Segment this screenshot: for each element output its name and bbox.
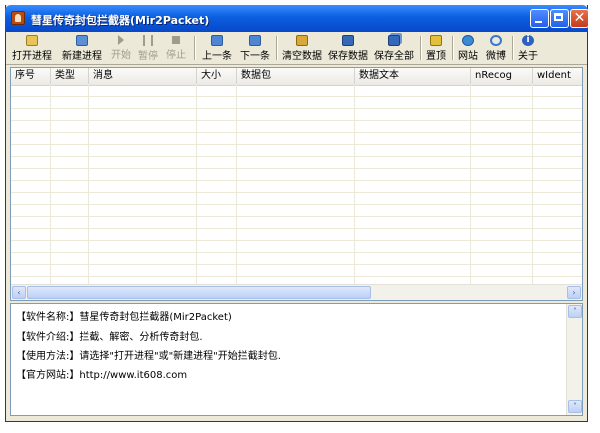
website-link[interactable]: http://www.it608.com [79, 370, 187, 381]
column-divider [50, 85, 51, 285]
clear-data-label: 清空数据 [282, 51, 322, 62]
title-bar[interactable]: 彗星传奇封包拦截器(Mir2Packet) ✕ [5, 5, 589, 32]
scroll-left-button[interactable]: ‹ [12, 286, 26, 299]
pause-button[interactable]: 暂停 [136, 34, 160, 62]
stop-icon [172, 36, 180, 44]
scroll-down-button[interactable]: ˅ [568, 400, 582, 413]
toolbar-separator [276, 36, 278, 60]
info-line-website: 【官方网站:】http://www.it608.com [16, 366, 187, 381]
save-data-button[interactable]: 保存数据 [326, 34, 370, 62]
pin-top-button[interactable]: 置顶 [424, 34, 448, 62]
weibo-button[interactable]: 微博 [484, 34, 508, 62]
toolbar-separator [194, 36, 196, 60]
close-button[interactable]: ✕ [570, 9, 589, 28]
maximize-button[interactable] [550, 9, 569, 28]
column-header-size[interactable]: 大小 [197, 68, 237, 84]
column-header-index[interactable]: 序号 [11, 68, 51, 84]
info-line-description: 【软件介绍:】拦截、解密、分析传奇封包. [16, 328, 203, 343]
vertical-scrollbar[interactable]: ˄ ˅ [566, 304, 582, 415]
column-header-message[interactable]: 消息 [89, 68, 197, 84]
arrow-up-icon [211, 35, 223, 46]
column-divider [196, 85, 197, 285]
play-icon [118, 35, 124, 45]
column-divider [532, 85, 533, 285]
globe-icon [462, 35, 474, 46]
column-divider [470, 85, 471, 285]
start-label: 开始 [111, 50, 131, 61]
pin-top-label: 置顶 [426, 51, 446, 62]
column-divider [236, 85, 237, 285]
about-label: 关于 [518, 51, 538, 62]
new-process-label: 新建进程 [62, 51, 102, 62]
info-panel[interactable]: 【软件名称:】彗星传奇封包拦截器(Mir2Packet) 【软件介绍:】拦截、解… [10, 303, 583, 416]
column-header-data-text[interactable]: 数据文本 [355, 68, 471, 84]
minimize-button[interactable] [530, 9, 549, 28]
info-value: 彗星传奇封包拦截器(Mir2Packet) [79, 312, 232, 323]
window-title: 彗星传奇封包拦截器(Mir2Packet) [31, 14, 210, 27]
new-process-icon [76, 35, 88, 46]
packet-list-body[interactable] [11, 85, 582, 285]
info-label: 【软件名称:】 [16, 312, 80, 323]
info-value: 请选择"打开进程"或"新建进程"开始拦截封包. [79, 351, 281, 362]
packet-list[interactable]: 序号 类型 消息 大小 数据包 数据文本 nRecog wIdent ‹ › [10, 67, 583, 301]
close-icon: ✕ [573, 10, 586, 26]
toolbar: 打开进程 新建进程 开始 暂停 停止 上一条 下一条 清空数据 保存数据 保存全… [6, 32, 587, 65]
packet-list-header: 序号 类型 消息 大小 数据包 数据文本 nRecog wIdent [11, 68, 582, 86]
column-header-wident[interactable]: wIdent [533, 68, 582, 84]
info-label: 【官方网站:】 [16, 370, 80, 381]
minimize-icon [535, 21, 542, 23]
pause-label: 暂停 [138, 51, 158, 62]
clear-data-button[interactable]: 清空数据 [280, 34, 324, 62]
info-value: 拦截、解密、分析传奇封包. [79, 332, 203, 343]
next-button[interactable]: 下一条 [238, 34, 272, 62]
stop-label: 停止 [166, 50, 186, 61]
horizontal-scroll-thumb[interactable] [27, 286, 371, 299]
previous-label: 上一条 [202, 51, 232, 62]
info-label: 【使用方法:】 [16, 351, 80, 362]
maximize-icon [554, 13, 563, 21]
info-line-name: 【软件名称:】彗星传奇封包拦截器(Mir2Packet) [16, 308, 232, 323]
previous-button[interactable]: 上一条 [200, 34, 234, 62]
save-data-label: 保存数据 [328, 51, 368, 62]
main-window: 彗星传奇封包拦截器(Mir2Packet) ✕ 打开进程 新建进程 开始 暂停 … [5, 5, 589, 422]
scroll-up-button[interactable]: ˄ [568, 305, 582, 318]
column-divider [354, 85, 355, 285]
column-header-type[interactable]: 类型 [51, 68, 89, 84]
open-process-label: 打开进程 [12, 51, 52, 62]
floppy-disks-icon [388, 35, 400, 46]
column-header-nrecog[interactable]: nRecog [471, 68, 533, 84]
horizontal-scrollbar[interactable]: ‹ › [11, 284, 582, 300]
open-process-button[interactable]: 打开进程 [10, 34, 54, 62]
info-line-usage: 【使用方法:】请选择"打开进程"或"新建进程"开始拦截封包. [16, 347, 281, 362]
next-label: 下一条 [240, 51, 270, 62]
new-process-button[interactable]: 新建进程 [58, 34, 106, 62]
info-icon: i [522, 35, 534, 46]
about-button[interactable]: i 关于 [516, 34, 540, 62]
start-button[interactable]: 开始 [110, 34, 132, 62]
save-all-label: 保存全部 [374, 51, 414, 62]
column-header-packet[interactable]: 数据包 [237, 68, 355, 84]
app-icon[interactable] [11, 11, 25, 25]
floppy-disk-icon [342, 35, 354, 46]
pause-icon [143, 35, 153, 46]
broom-icon [296, 35, 308, 46]
toolbar-separator [452, 36, 454, 60]
pin-icon [430, 35, 442, 46]
column-divider [88, 85, 89, 285]
save-all-button[interactable]: 保存全部 [372, 34, 416, 62]
stop-button[interactable]: 停止 [164, 34, 188, 62]
website-button[interactable]: 网站 [456, 34, 480, 62]
open-folder-icon [26, 35, 38, 46]
scroll-right-button[interactable]: › [567, 286, 581, 299]
weibo-label: 微博 [486, 51, 506, 62]
arrow-down-icon [249, 35, 261, 46]
toolbar-separator [420, 36, 422, 60]
info-label: 【软件介绍:】 [16, 332, 80, 343]
toolbar-separator [512, 36, 514, 60]
weibo-icon [490, 35, 502, 46]
website-label: 网站 [458, 51, 478, 62]
